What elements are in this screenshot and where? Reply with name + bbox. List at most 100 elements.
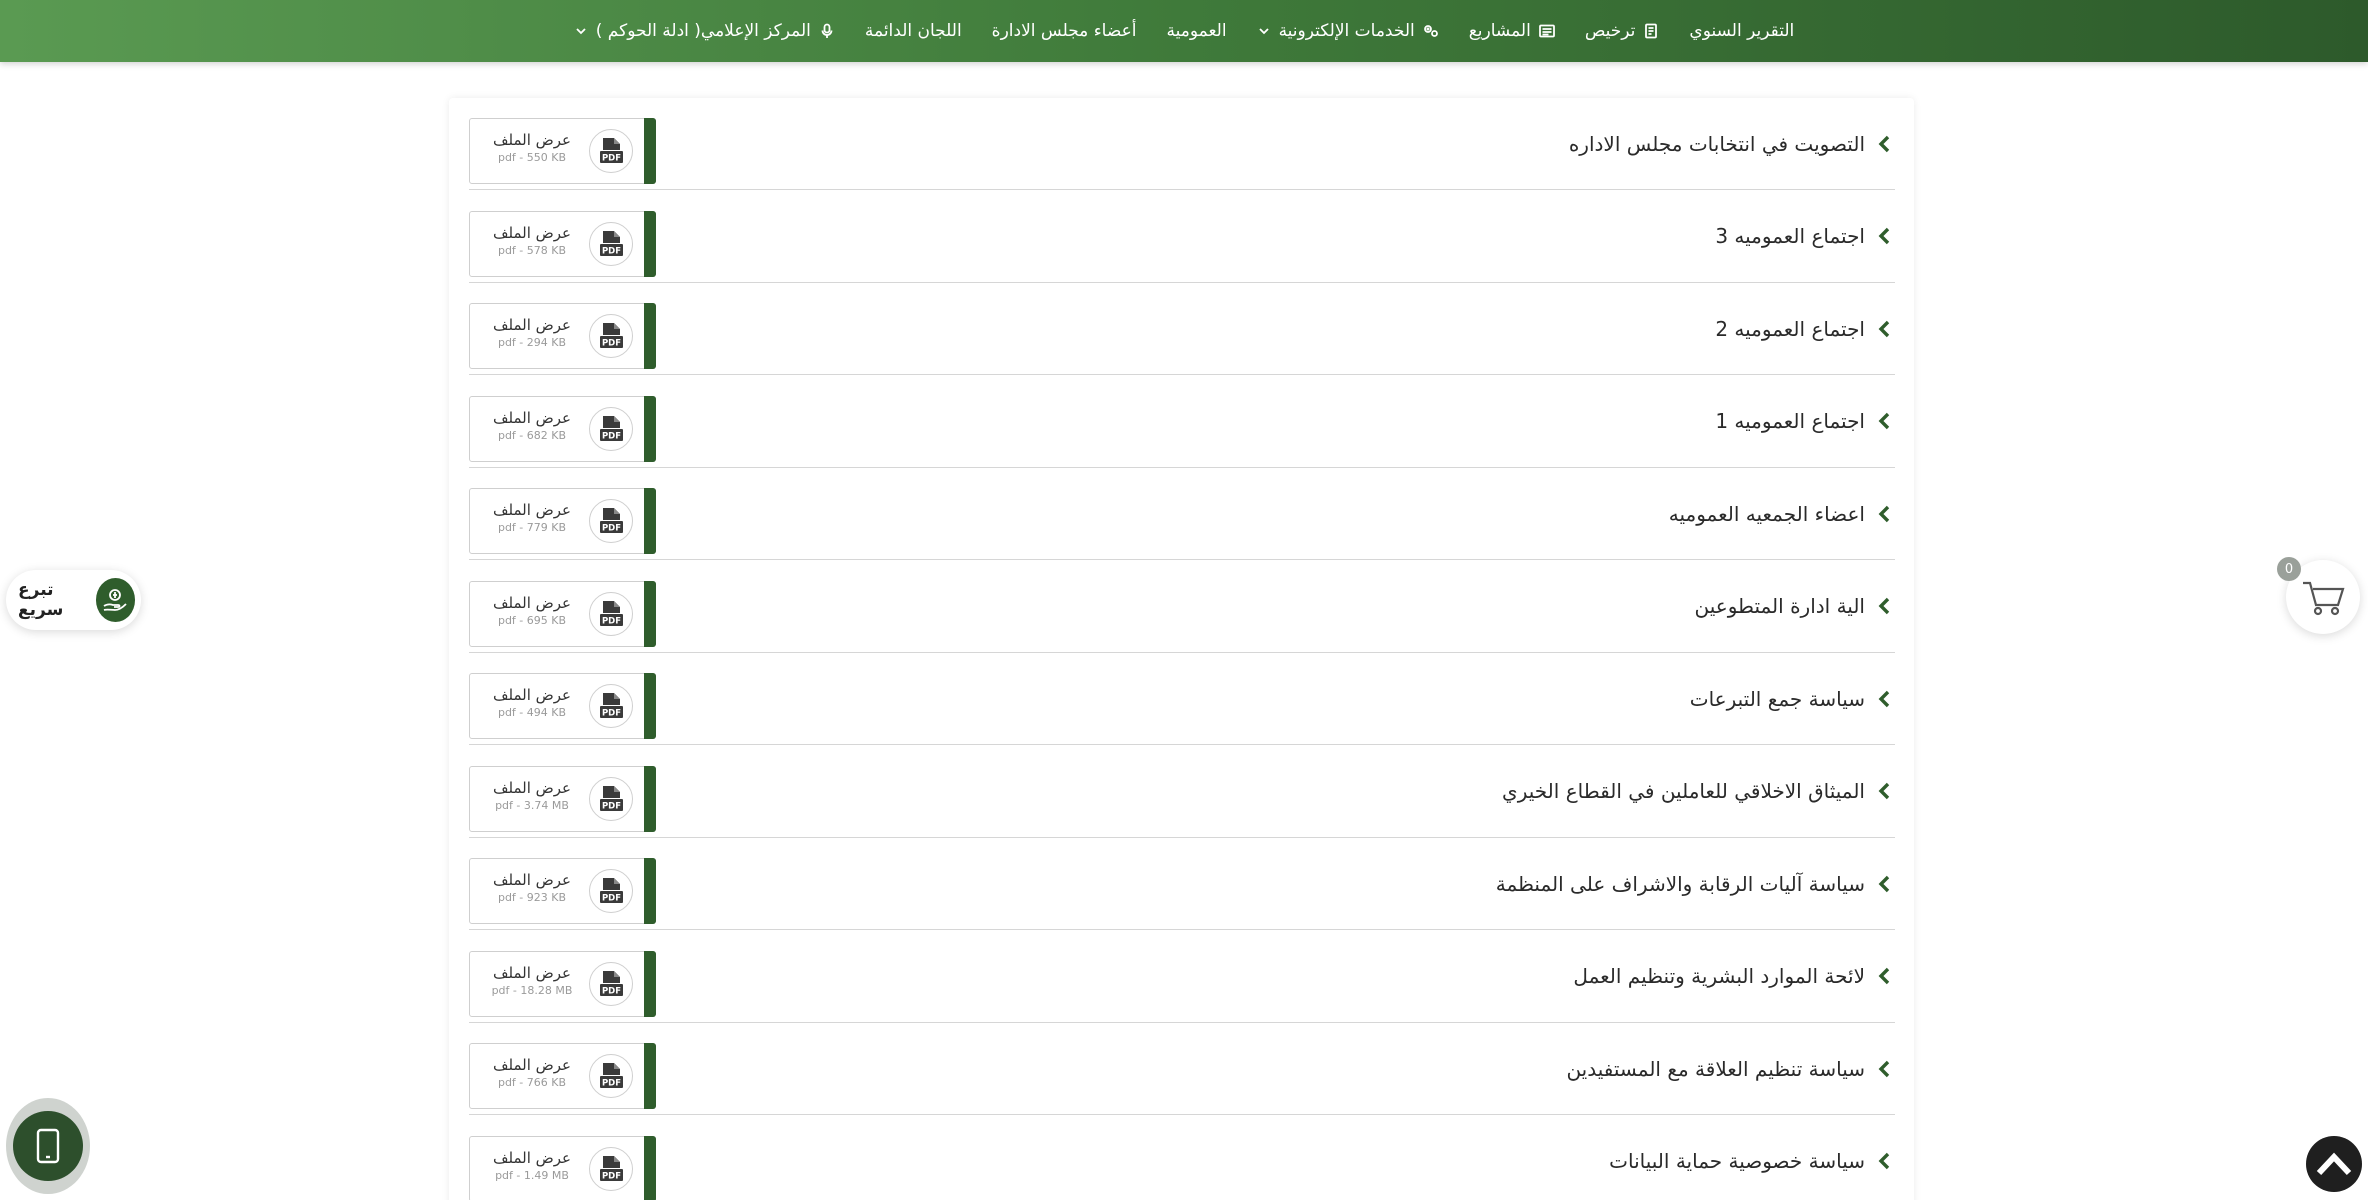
document-row: الية ادارة المتطوعين PDF عرض الملف pdf - 69… <box>469 561 1895 653</box>
nav-item-label: التقرير السنوي <box>1689 21 1795 41</box>
accent-bar <box>644 673 656 739</box>
document-title-toggle[interactable]: لائحة الموارد البشرية وتنظيم العمل <box>1573 931 1895 1022</box>
pdf-icon: PDF <box>589 1146 633 1191</box>
top-navbar: التقرير السنوي ترخيص المشاريع الخدمات الإلك… <box>0 0 2368 62</box>
document-title-toggle[interactable]: اعضاء الجمعيه العموميه <box>1669 468 1895 559</box>
document-title-toggle[interactable]: اجتماع العموميه 1 <box>1715 376 1895 467</box>
view-file-label: عرض الملف <box>492 223 572 242</box>
nav-menu: التقرير السنوي ترخيص المشاريع الخدمات الإلك… <box>574 21 1794 41</box>
file-size: pdf - 294 KB <box>497 336 567 349</box>
view-file-button[interactable]: PDF عرض الملف pdf - 550 KB <box>469 118 656 184</box>
quick-donate-label: تبرع سريع <box>18 580 64 620</box>
nav-item-2[interactable]: المشاريع <box>1469 21 1555 41</box>
view-file-button[interactable]: PDF عرض الملف pdf - 3.74 MB <box>469 765 656 832</box>
file-size: pdf - 682 KB <box>497 428 567 442</box>
svg-text:PDF: PDF <box>602 524 621 534</box>
document-title: اجتماع العموميه 3 <box>1715 224 1865 248</box>
chevron-left-icon <box>1875 134 1895 154</box>
view-file-label: عرض الملف <box>492 871 572 889</box>
pdf-icon: PDF <box>589 314 633 358</box>
view-file-button[interactable]: PDF عرض الملف pdf - 923 KB <box>469 858 656 924</box>
document-title: سياسة تنظيم العلاقة مع المستفيدين <box>1566 1056 1865 1081</box>
document-title: الميثاق الاخلاقي للعاملين في القطاع الخي… <box>1502 779 1865 803</box>
view-file-label: عرض الملف <box>492 501 572 519</box>
nav-item-4[interactable]: العمومية <box>1166 21 1226 41</box>
file-size: pdf - 3.74 MB <box>495 798 569 812</box>
document-title-toggle[interactable]: الميثاق الاخلاقي للعاملين في القطاع الخي… <box>1502 746 1895 837</box>
document-row: لائحة الموارد البشرية وتنظيم العمل PDF عرض… <box>469 931 1895 1023</box>
chevron-up-icon <box>2316 1152 2352 1176</box>
chevron-down-icon <box>574 24 588 38</box>
accent-bar <box>644 395 656 462</box>
document-title-toggle[interactable]: اجتماع العموميه 3 <box>1715 191 1895 282</box>
view-file-button[interactable]: PDF عرض الملف pdf - 779 KB <box>469 488 656 554</box>
view-file-button[interactable]: PDF عرض الملف pdf - 695 KB <box>469 580 656 647</box>
chevron-left-icon <box>1875 874 1895 894</box>
nav-item-6[interactable]: اللجان الدائمة <box>865 21 962 41</box>
pdf-icon: PDF <box>589 499 633 543</box>
file-size: pdf - 18.28 MB <box>491 983 573 997</box>
document-title: التصويت في انتخابات مجلس الاداره <box>1568 131 1865 156</box>
chevron-left-icon <box>1875 319 1895 339</box>
svg-text:PDF: PDF <box>602 154 621 164</box>
chevron-left-icon <box>1875 411 1895 431</box>
pdf-icon: PDF <box>589 869 633 913</box>
document-title-toggle[interactable]: الية ادارة المتطوعين <box>1695 561 1895 652</box>
scroll-to-top-button[interactable] <box>2306 1136 2362 1192</box>
file-size: pdf - 494 KB <box>497 706 567 719</box>
nav-item-5[interactable]: أعضاء مجلس الادارة <box>992 21 1137 41</box>
document-title-toggle[interactable]: سياسة تنظيم العلاقة مع المستفيدين <box>1566 1023 1895 1114</box>
nav-item-label: المركز الإعلامي( ادلة الحوكم ) <box>595 21 811 41</box>
cart-count-badge: 0 <box>2277 557 2301 581</box>
svg-text:PDF: PDF <box>602 1079 621 1089</box>
document-title-toggle[interactable]: سياسة آليات الرقابة والاشراف على المنظمة <box>1496 838 1895 929</box>
mobile-app-button[interactable] <box>6 1098 90 1194</box>
chevron-left-icon <box>1875 226 1895 246</box>
nav-item-7[interactable]: المركز الإعلامي( ادلة الحوكم ) <box>574 21 835 41</box>
services-icon <box>1423 23 1439 39</box>
view-file-button[interactable]: PDF عرض الملف pdf - 766 KB <box>469 1043 656 1109</box>
view-file-label: عرض الملف <box>492 686 572 704</box>
microphone-icon <box>819 23 835 39</box>
view-file-button[interactable]: PDF عرض الملف pdf - 682 KB <box>469 395 656 462</box>
document-title: لائحة الموارد البشرية وتنظيم العمل <box>1573 964 1865 988</box>
chevron-left-icon <box>1875 1059 1895 1079</box>
chevron-left-icon <box>1875 504 1895 524</box>
view-file-button[interactable]: PDF عرض الملف pdf - 494 KB <box>469 673 656 739</box>
accent-bar <box>644 858 656 924</box>
document-title: اجتماع العموميه 2 <box>1715 316 1865 341</box>
view-file-label: عرض الملف <box>492 963 572 982</box>
accent-bar <box>644 210 656 277</box>
nav-item-3[interactable]: الخدمات الإلكترونية <box>1257 21 1439 41</box>
document-title-toggle[interactable]: اجتماع العموميه 2 <box>1715 283 1895 374</box>
svg-text:PDF: PDF <box>602 246 621 256</box>
view-file-label: عرض الملف <box>492 131 572 149</box>
document-title: اعضاء الجمعيه العموميه <box>1668 501 1865 526</box>
nav-item-0[interactable]: التقرير السنوي <box>1689 21 1794 41</box>
view-file-button[interactable]: PDF عرض الملف pdf - 1.49 MB <box>469 1135 656 1200</box>
view-file-button[interactable]: PDF عرض الملف pdf - 18.28 MB <box>469 950 656 1017</box>
document-title: الية ادارة المتطوعين <box>1694 594 1865 618</box>
nav-item-1[interactable]: ترخيص <box>1585 21 1660 41</box>
pdf-icon: PDF <box>589 1054 633 1098</box>
pdf-icon: PDF <box>589 406 633 451</box>
document-title: سياسة جمع التبرعات <box>1689 686 1865 711</box>
view-file-label: عرض الملف <box>492 593 572 612</box>
accent-bar <box>644 1043 656 1109</box>
document-row: اجتماع العموميه 3 PDF عرض الملف pdf - 578 K… <box>469 191 1895 283</box>
view-file-label: عرض الملف <box>492 408 572 427</box>
accent-bar <box>644 950 656 1017</box>
document-title-toggle[interactable]: سياسة خصوصية حماية البيانات <box>1609 1116 1895 1200</box>
quick-donate-button[interactable]: تبرع سريع <box>6 570 141 630</box>
view-file-label: عرض الملف <box>492 316 572 334</box>
document-row: سياسة جمع التبرعات PDF عرض الملف pdf - 494 … <box>469 653 1895 745</box>
document-row: اجتماع العموميه 1 PDF عرض الملف pdf - 682 K… <box>469 376 1895 468</box>
file-size: pdf - 923 KB <box>497 891 567 904</box>
view-file-button[interactable]: PDF عرض الملف pdf - 578 KB <box>469 210 656 277</box>
document-row: سياسة خصوصية حماية البيانات PDF عرض الملف p… <box>469 1116 1895 1200</box>
pdf-icon: PDF <box>589 221 633 266</box>
view-file-button[interactable]: PDF عرض الملف pdf - 294 KB <box>469 303 656 369</box>
document-title-toggle[interactable]: التصويت في انتخابات مجلس الاداره <box>1569 98 1895 189</box>
document-title-toggle[interactable]: سياسة جمع التبرعات <box>1690 653 1895 744</box>
accent-bar <box>644 303 656 369</box>
